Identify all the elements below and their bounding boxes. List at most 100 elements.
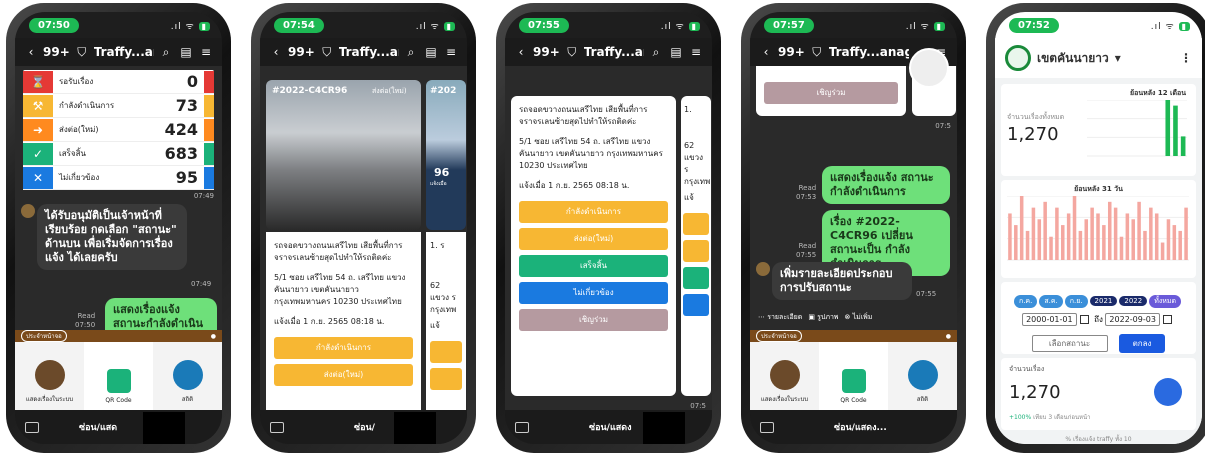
peek-button[interactable] xyxy=(683,213,709,235)
back-icon[interactable]: ‹ xyxy=(513,45,529,59)
peek-button[interactable] xyxy=(683,240,709,262)
kebab-icon[interactable]: ⋮ xyxy=(1180,51,1192,65)
chart-title: ย้อนหลัง 31 วัน xyxy=(1074,185,1123,193)
menu-item-qr[interactable]: QR Code xyxy=(84,342,153,410)
status-done-button[interactable]: เสร็จสิ้น xyxy=(519,255,668,277)
rich-menu-toggle[interactable]: ประจำหน้าจอ ● xyxy=(750,330,957,342)
quick-reply-photo[interactable]: ▣ รูปภาพ xyxy=(808,312,838,323)
toggle-menu-label[interactable]: ซ่อน/แสด xyxy=(79,420,117,434)
document-icon xyxy=(1154,378,1182,406)
chart-bar xyxy=(1137,201,1141,260)
menu-item-stats[interactable]: สถิติ xyxy=(153,342,222,410)
status-in-progress-button[interactable]: กำลังดำเนินการ xyxy=(274,337,413,359)
filter-pill[interactable]: 2021 xyxy=(1089,296,1118,306)
invite-button[interactable]: เชิญร่วม xyxy=(519,309,668,331)
keyboard-icon[interactable] xyxy=(25,421,39,433)
menu-item-list[interactable]: แสดงเรื่องในระบบ xyxy=(15,342,84,410)
chart-bar xyxy=(1025,230,1030,260)
filter-pill[interactable]: 2022 xyxy=(1119,296,1148,306)
back-icon[interactable]: ‹ xyxy=(268,45,284,59)
back-icon[interactable]: ‹ xyxy=(758,45,774,59)
keyboard-icon[interactable] xyxy=(760,421,774,433)
date-range: 2000-01-01 ถึง 2022-09-03 xyxy=(1007,313,1190,326)
date-to-input[interactable]: 2022-09-03 xyxy=(1105,313,1160,326)
menu-item-stats[interactable]: สถิติ xyxy=(888,342,957,410)
monthly-chart xyxy=(1087,100,1187,157)
read-receipt: Read 07:53 xyxy=(796,184,816,202)
chart-bar xyxy=(1031,207,1036,260)
stat-row[interactable]: ⚒ กำลังดำเนินการ 73 xyxy=(23,94,214,118)
daily-chart xyxy=(1007,196,1189,261)
stat-row[interactable]: ⌛ รอรับเรื่อง 0 xyxy=(23,70,214,94)
stat-color-bar xyxy=(204,166,214,189)
back-icon[interactable]: ‹ xyxy=(23,45,39,59)
district-select[interactable]: เขตคันนายาว xyxy=(1037,49,1109,68)
peek-button[interactable] xyxy=(683,267,709,289)
chart-bar xyxy=(1180,136,1186,156)
peek-case-id: #202 xyxy=(430,86,457,96)
read-label: Read xyxy=(798,184,817,192)
ok-button[interactable]: ตกลง xyxy=(1118,334,1166,353)
chat-header: ‹ 99+ ⛉ Traffy...anager ⌕ ▤ ≡ xyxy=(15,38,222,66)
filter-pill[interactable]: ก.ค. xyxy=(1013,295,1038,308)
bottom-bar: ซ่อน/แสดง... xyxy=(750,410,957,444)
peek-button[interactable] xyxy=(430,341,462,363)
chat-area: #2022-C4CR96 ส่งต่อ(ใหม่) #202 96 แจ้งเม… xyxy=(260,66,467,410)
stat-row[interactable]: ➜ ส่งต่อ(ใหม่) 424 xyxy=(23,118,214,142)
filter-pill[interactable]: ทั้งหมด xyxy=(1149,295,1182,308)
toggle-menu-label[interactable]: ซ่อน/ xyxy=(354,420,375,434)
quick-reply-details[interactable]: ⋯ รายละเอียด xyxy=(758,312,802,323)
quick-reply-label: รายละเอียด xyxy=(767,313,803,321)
chart-bar xyxy=(1172,225,1177,260)
stats-card: ⌛ รอรับเรื่อง 0 ⚒ กำลังดำเนินการ 73 ➜ ส่งต่อ(ให… xyxy=(23,70,214,190)
calendar-icon[interactable] xyxy=(1162,315,1172,324)
keyboard-icon[interactable] xyxy=(270,421,284,433)
stat-row[interactable]: ✓ เสร็จสิ้น 683 xyxy=(23,142,214,166)
rich-menu-toggle[interactable]: ประจำหน้าจอ ● xyxy=(15,330,222,342)
filter-pill[interactable]: ส.ค. xyxy=(1039,295,1063,308)
search-icon[interactable]: ⌕ xyxy=(403,45,419,60)
search-icon[interactable]: ⌕ xyxy=(648,45,664,60)
chart-bar xyxy=(1008,213,1012,260)
stat-row[interactable]: ✕ ไม่เกี่ยวข้อง 95 xyxy=(23,166,214,190)
chevron-down-icon[interactable]: ▾ xyxy=(1115,51,1121,65)
rich-menu-label: ประจำหน้าจอ xyxy=(756,330,802,342)
menu-icon[interactable]: ≡ xyxy=(688,45,704,59)
keyboard-icon[interactable] xyxy=(515,421,529,433)
menu-item-list[interactable]: แสดงเรื่องในระบบ xyxy=(750,342,819,410)
status-bar: 07:57 .ıl ᯤ ▮ xyxy=(750,12,957,38)
peek-photo[interactable] xyxy=(426,80,466,230)
stat-value: 73 xyxy=(175,96,198,115)
calendar-icon[interactable] xyxy=(1079,315,1089,324)
menu-icon[interactable]: ≡ xyxy=(198,45,214,59)
toggle-menu-label[interactable]: ซ่อน/แสดง... xyxy=(834,420,887,434)
status-irrelevant-button[interactable]: ไม่เกี่ยวข้อง xyxy=(519,282,668,304)
note-icon[interactable]: ▤ xyxy=(178,45,194,59)
chart-bar xyxy=(1078,230,1083,260)
phone-frame-2: 07:54 .ıl ᯤ ▮ ‹ 99+ ⛉ Traffy...anager ⌕ … xyxy=(251,3,476,453)
invite-button[interactable]: เชิญร่วม xyxy=(764,82,898,104)
status-forwarded-button[interactable]: ส่งต่อ(ใหม่) xyxy=(274,364,413,386)
quick-reply-skip[interactable]: ⊗ ไม่เพิ่ม xyxy=(845,312,873,323)
note-icon[interactable]: ▤ xyxy=(423,45,439,59)
daily-panel: ย้อนหลัง 31 วัน xyxy=(1001,180,1196,278)
video-call-avatar[interactable] xyxy=(909,48,949,88)
status-select[interactable]: เลือกสถานะ xyxy=(1031,335,1108,352)
menu-icon[interactable]: ≡ xyxy=(443,45,459,59)
unread-count: 99+ xyxy=(43,45,70,59)
menu-item-qr[interactable]: QR Code xyxy=(819,342,888,410)
search-icon[interactable]: ⌕ xyxy=(158,45,174,60)
date-from-input[interactable]: 2000-01-01 xyxy=(1022,313,1077,326)
case-photo[interactable] xyxy=(266,80,421,230)
note-icon[interactable]: ▤ xyxy=(668,45,684,59)
to-label: ถึง xyxy=(1094,315,1103,324)
status-forwarded-button[interactable]: ส่งต่อ(ใหม่) xyxy=(519,228,668,250)
chart-bar xyxy=(1173,105,1178,156)
peek-button[interactable] xyxy=(430,368,462,390)
filter-pill[interactable]: ก.ย. xyxy=(1064,295,1088,308)
redaction-block xyxy=(143,412,185,444)
peek-button[interactable] xyxy=(683,294,709,316)
status-in-progress-button[interactable]: กำลังดำเนินการ xyxy=(519,201,668,223)
signal-icon: .ıl ᯤ ▮ xyxy=(171,19,210,32)
toggle-menu-label[interactable]: ซ่อน/แสดง xyxy=(589,420,632,434)
